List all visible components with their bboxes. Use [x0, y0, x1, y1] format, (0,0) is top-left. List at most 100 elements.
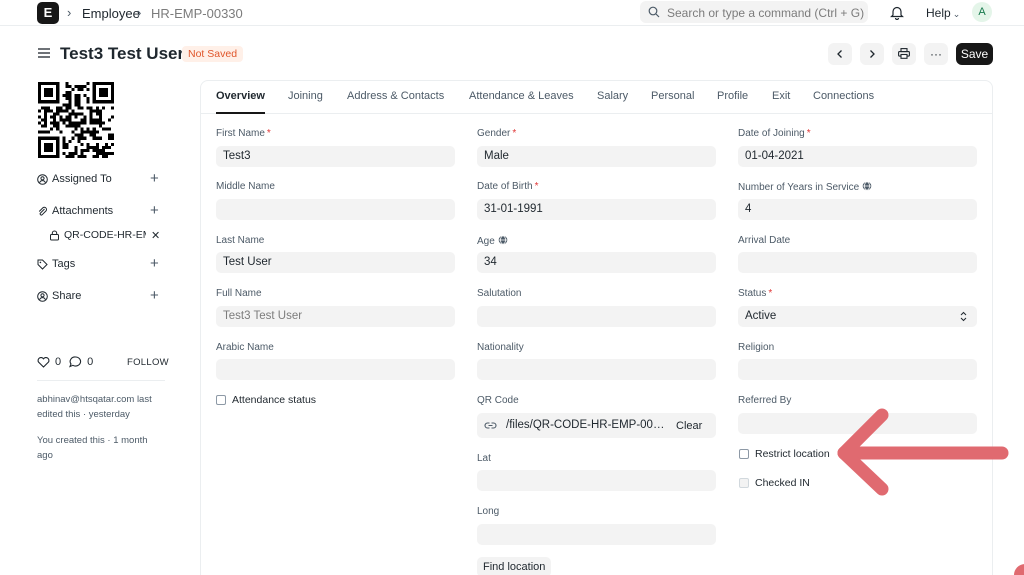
top-navbar: E › Employee › HR-EMP-00330 Search or ty… [0, 0, 1024, 26]
middle-name-input[interactable] [216, 199, 455, 220]
select-arrows-icon [960, 311, 967, 322]
engagement-counts: 0 0 [37, 356, 93, 368]
gender-label: Gender * [477, 128, 517, 139]
date-of-birth-label: Date of Birth * [477, 181, 539, 192]
tag-icon [37, 259, 48, 270]
add-tag-icon[interactable]: + [150, 256, 159, 271]
more-actions-button[interactable]: ··· [924, 43, 948, 65]
restrict-location-checkbox[interactable] [739, 449, 749, 459]
age-input[interactable]: 34 [477, 252, 716, 273]
previous-record-button[interactable] [828, 43, 852, 65]
lat-label: Lat [477, 453, 491, 464]
full-name-field: Test3 Test User [216, 306, 455, 327]
arabic-name-label: Arabic Name [216, 342, 274, 353]
date-of-birth-input[interactable]: 31-01-1991 [477, 199, 716, 220]
breadcrumb-employee[interactable]: Employee [82, 6, 140, 21]
search-placeholder: Search or type a command (Ctrl + G) [667, 6, 865, 20]
save-button[interactable]: Save [956, 43, 993, 65]
checked-in-checkbox [739, 478, 749, 488]
lat-input[interactable] [477, 470, 716, 491]
print-button[interactable] [892, 43, 916, 65]
tab-overview[interactable]: Overview [216, 90, 265, 102]
tab-connections[interactable]: Connections [813, 90, 874, 102]
active-tab-indicator [216, 112, 265, 114]
breadcrumb-record[interactable]: HR-EMP-00330 [151, 6, 243, 21]
sidebar-toggle-icon[interactable] [38, 48, 50, 58]
comment-icon[interactable] [69, 356, 82, 368]
salutation-input[interactable] [477, 306, 716, 327]
add-attachment-icon[interactable]: + [150, 203, 159, 218]
status-label: Status * [738, 288, 773, 299]
tab-exit[interactable]: Exit [772, 90, 790, 102]
qr-code-label: QR Code [477, 395, 519, 406]
share-user-icon [37, 290, 48, 302]
qr-code-file-link[interactable]: /files/QR-CODE-HR-EMP-00330.png [506, 415, 666, 436]
middle-name-label: Middle Name [216, 181, 275, 192]
attendance-status-label: Attendance status [232, 394, 317, 406]
find-location-button[interactable]: Find location [477, 557, 552, 575]
search-icon [648, 6, 660, 18]
full-name-label: Full Name [216, 288, 262, 299]
assigned-to-item[interactable]: Assigned To [37, 173, 112, 185]
first-name-label: First Name * [216, 128, 271, 139]
app-logo[interactable]: E [37, 2, 59, 24]
salutation-label: Salutation [477, 288, 522, 299]
years-in-service-input[interactable]: 4 [738, 199, 977, 220]
gender-input[interactable]: Male [477, 146, 716, 167]
long-label: Long [477, 506, 500, 517]
share-label: Share [52, 290, 82, 302]
globe-icon [862, 181, 872, 191]
heart-icon[interactable] [37, 356, 50, 368]
link-icon [484, 422, 497, 429]
help-menu[interactable]: Help ⌄ [926, 6, 960, 20]
tab-salary[interactable]: Salary [597, 90, 628, 102]
assign-user-icon [37, 173, 48, 185]
tab-joining[interactable]: Joining [288, 90, 323, 102]
user-avatar[interactable]: A [972, 2, 992, 22]
notification-bell-icon[interactable] [890, 5, 904, 20]
tab-attendance-leaves[interactable]: Attendance & Leaves [469, 90, 574, 102]
nationality-input[interactable] [477, 359, 716, 380]
attachment-file-link[interactable]: QR-CODE-HR-EMP-00330 [64, 229, 146, 241]
tab-personal[interactable]: Personal [651, 90, 694, 102]
search-bar[interactable]: Search or type a command (Ctrl + G) [640, 1, 868, 23]
page-title: Test3 Test User [60, 44, 185, 63]
religion-input[interactable] [738, 359, 977, 380]
long-input[interactable] [477, 524, 716, 545]
last-name-input[interactable]: Test User [216, 252, 455, 273]
qr-code-image [38, 82, 114, 158]
follow-button[interactable]: FOLLOW [127, 357, 169, 368]
nationality-label: Nationality [477, 342, 524, 353]
tab-profile[interactable]: Profile [717, 90, 748, 102]
years-in-service-label: Number of Years in Service [738, 181, 872, 193]
arabic-name-input[interactable] [216, 359, 455, 380]
referred-by-label: Referred By [738, 395, 792, 406]
tab-address-contacts[interactable]: Address & Contacts [347, 90, 444, 102]
breadcrumb-chevron-icon: › [67, 5, 72, 20]
first-name-input[interactable]: Test3 [216, 146, 455, 167]
activity-created: You created this · 1 month ago [37, 435, 148, 461]
status-badge: Not Saved [182, 46, 244, 62]
age-label: Age [477, 235, 508, 247]
annotation-arrow-icon [837, 408, 1009, 496]
add-assignee-icon[interactable]: + [150, 171, 159, 186]
next-record-button[interactable] [860, 43, 884, 65]
date-of-joining-label: Date of Joining * [738, 128, 811, 139]
date-of-joining-input[interactable]: 01-04-2021 [738, 146, 977, 167]
checked-in-label: Checked IN [755, 477, 810, 489]
add-share-icon[interactable]: + [150, 288, 159, 303]
printer-icon [898, 48, 910, 59]
breadcrumb-chevron-icon: › [137, 5, 142, 20]
globe-icon [498, 235, 508, 245]
remove-attachment-icon[interactable]: ✕ [151, 229, 160, 242]
status-select[interactable]: Active [738, 306, 977, 327]
paperclip-icon [38, 206, 47, 216]
annotation-dot [1014, 564, 1024, 575]
arrival-date-input[interactable] [738, 252, 977, 273]
clear-qr-code-button[interactable]: Clear [676, 420, 702, 432]
attachments-label: Attachments [52, 205, 114, 217]
attendance-status-checkbox[interactable] [216, 395, 226, 405]
sidebar-divider [37, 380, 165, 381]
help-label: Help [926, 6, 951, 20]
chevron-down-icon: ⌄ [952, 9, 961, 19]
